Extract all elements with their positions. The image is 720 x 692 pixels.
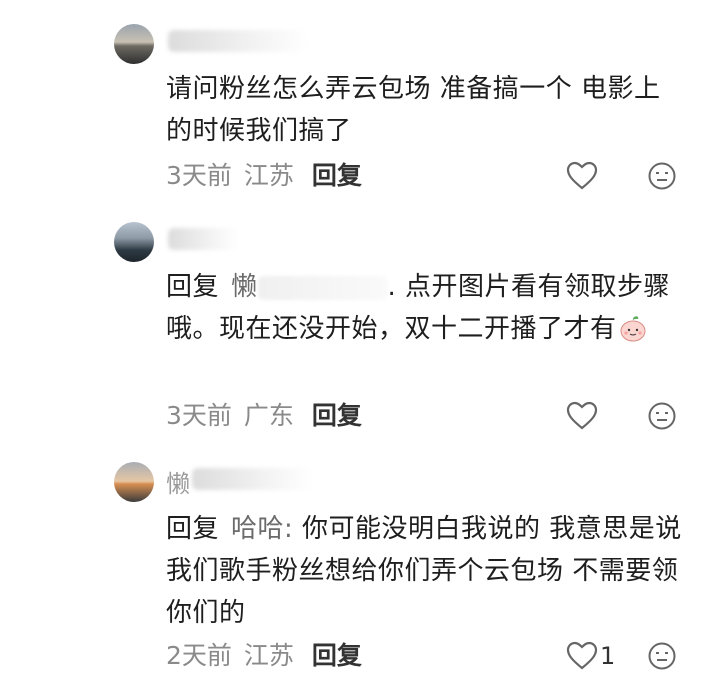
heart-outline-icon (566, 641, 598, 670)
reply-button[interactable]: 回复 (312, 401, 362, 430)
like-count: 1 (600, 642, 616, 670)
like-button[interactable] (566, 400, 598, 432)
comment-text: 请问粉丝怎么弄云包场 准备搞一个 电影上的时候我们搞了 (166, 74, 661, 146)
comment-text: 回复懒. 点开图片看有领取步骤哦。现在还没开始，双十二开播了才有 (166, 266, 686, 350)
comment-time: 3天前 (166, 161, 232, 190)
comment-meta: 3天前 江苏 回复 (166, 158, 374, 194)
comment-time: 2天前 (166, 641, 232, 670)
heart-outline-icon (566, 401, 598, 430)
comment-text: 回复 哈哈: 你可能没明白我说的 我意思是说 我们歌手粉丝想给你们弄个云包场 不需… (166, 508, 686, 634)
comment-meta: 2天前 江苏 回复 (166, 638, 374, 674)
reply-target-name[interactable]: 懒 (231, 272, 258, 302)
reply-prefix: 回复 (166, 272, 220, 302)
react-button[interactable] (647, 400, 677, 432)
username-redacted[interactable] (192, 468, 312, 490)
avatar[interactable] (114, 462, 154, 502)
comment-meta: 3天前 广东 回复 (166, 398, 374, 434)
comment-time: 3天前 (166, 401, 232, 430)
reply-button[interactable]: 回复 (312, 641, 362, 670)
comment-location: 江苏 (243, 641, 294, 670)
reply-target-name[interactable]: 哈哈: (231, 514, 293, 544)
react-button[interactable] (647, 160, 677, 192)
neutral-face-icon (648, 642, 676, 670)
comment-location: 广东 (243, 401, 294, 430)
avatar[interactable] (114, 222, 154, 262)
username-initial[interactable]: 懒 (166, 464, 190, 499)
neutral-face-icon (648, 162, 676, 190)
username-redacted[interactable] (168, 228, 238, 250)
avatar[interactable] (114, 24, 154, 64)
like-button[interactable]: 1 (566, 640, 615, 672)
comment-location: 江苏 (243, 161, 294, 190)
reply-prefix: 回复 (166, 514, 220, 544)
peach-emoji-icon (620, 316, 646, 342)
neutral-face-icon (648, 402, 676, 430)
reply-button[interactable]: 回复 (312, 161, 362, 190)
username-redacted[interactable] (168, 30, 308, 52)
redacted-name (257, 275, 388, 300)
like-button[interactable] (566, 160, 598, 192)
react-button[interactable] (647, 640, 677, 672)
heart-outline-icon (566, 161, 598, 190)
